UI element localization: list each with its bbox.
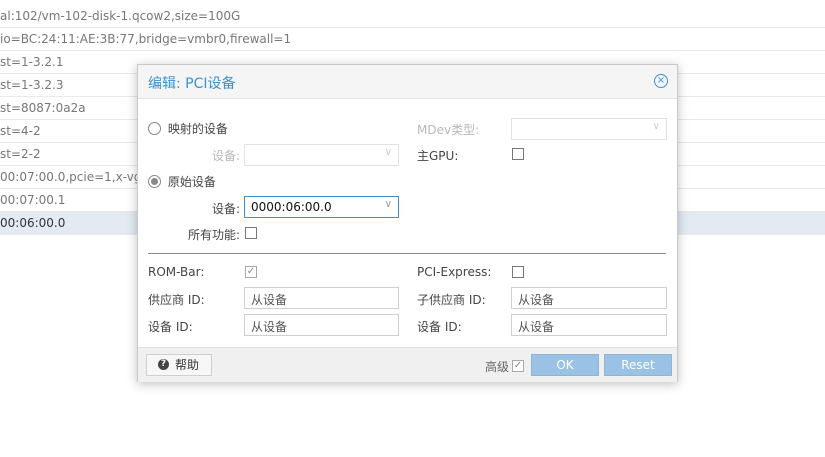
dialog-footer: ? 帮助 高级 ✓ OK Reset [138,347,677,382]
rom-bar-checkbox[interactable]: ✓ [245,266,257,278]
chevron-down-icon[interactable]: ∨ [385,147,392,158]
all-functions-label: 所有功能: [188,228,241,242]
raw-device-combo[interactable]: 0000:06:00.0 ∨ [244,196,399,218]
vendor-id-label: 供应商 ID: [148,293,205,307]
list-item[interactable]: al:102/vm-102-disk-1.qcow2,size=100G [0,5,825,28]
mapped-device-combo[interactable]: ∨ [244,144,399,166]
mapped-device-field-label: 设备: [212,149,241,163]
edit-pci-device-dialog: 编辑: PCI设备 × 映射的设备 设备: ∨ MDev类型: ∨ 主GPU: … [137,64,678,382]
dialog-header: 编辑: PCI设备 × [138,65,677,99]
pci-express-checkbox[interactable] [512,266,524,278]
mapped-device-option[interactable]: 映射的设备 [148,120,228,137]
raw-device-label: 原始设备 [167,175,216,189]
primary-gpu-checkbox[interactable] [512,148,524,160]
sub-device-id-placeholder: 从设备 [518,320,555,334]
dialog-title: 编辑: PCI设备 [148,76,236,92]
dialog-body: 映射的设备 设备: ∨ MDev类型: ∨ 主GPU: 原始设备 设备: 000… [138,99,677,346]
advanced-checkbox[interactable]: ✓ [512,360,524,372]
sub-vendor-id-label: 子供应商 ID: [417,293,486,307]
device-id-label: 设备 ID: [148,320,193,334]
all-functions-checkbox[interactable] [245,227,257,239]
rom-bar-label: ROM-Bar: [148,265,205,279]
device-id-field[interactable]: 从设备 [244,314,399,336]
pci-express-label: PCI-Express: [417,265,492,279]
chevron-down-icon[interactable]: ∨ [653,121,660,132]
divider [148,253,666,254]
mapped-device-label: 映射的设备 [167,122,228,136]
raw-device-option[interactable]: 原始设备 [148,173,216,190]
raw-device-radio[interactable] [148,175,161,188]
mapped-device-radio[interactable] [148,122,161,135]
sub-vendor-id-placeholder: 从设备 [518,293,555,307]
help-icon: ? [158,359,169,370]
reset-button[interactable]: Reset [604,354,672,376]
sub-vendor-id-field[interactable]: 从设备 [511,287,667,309]
vendor-id-placeholder: 从设备 [251,293,288,307]
mdev-type-combo[interactable]: ∨ [511,118,667,140]
chevron-down-icon[interactable]: ∨ [385,199,392,210]
sub-device-id-label: 设备 ID: [417,320,462,334]
ok-button[interactable]: OK [531,354,599,376]
help-button[interactable]: ? 帮助 [146,354,212,376]
close-icon[interactable]: × [654,74,668,88]
raw-device-field-label: 设备: [212,202,241,216]
device-id-placeholder: 从设备 [251,320,288,334]
mdev-type-label: MDev类型: [417,123,480,137]
vendor-id-field[interactable]: 从设备 [244,287,399,309]
help-button-label: 帮助 [175,358,200,372]
advanced-label: 高级 [485,360,510,374]
raw-device-value: 0000:06:00.0 [251,200,332,214]
sub-device-id-field[interactable]: 从设备 [511,314,667,336]
list-item[interactable]: io=BC:24:11:AE:3B:77,bridge=vmbr0,firewa… [0,28,825,51]
primary-gpu-label: 主GPU: [417,149,459,163]
